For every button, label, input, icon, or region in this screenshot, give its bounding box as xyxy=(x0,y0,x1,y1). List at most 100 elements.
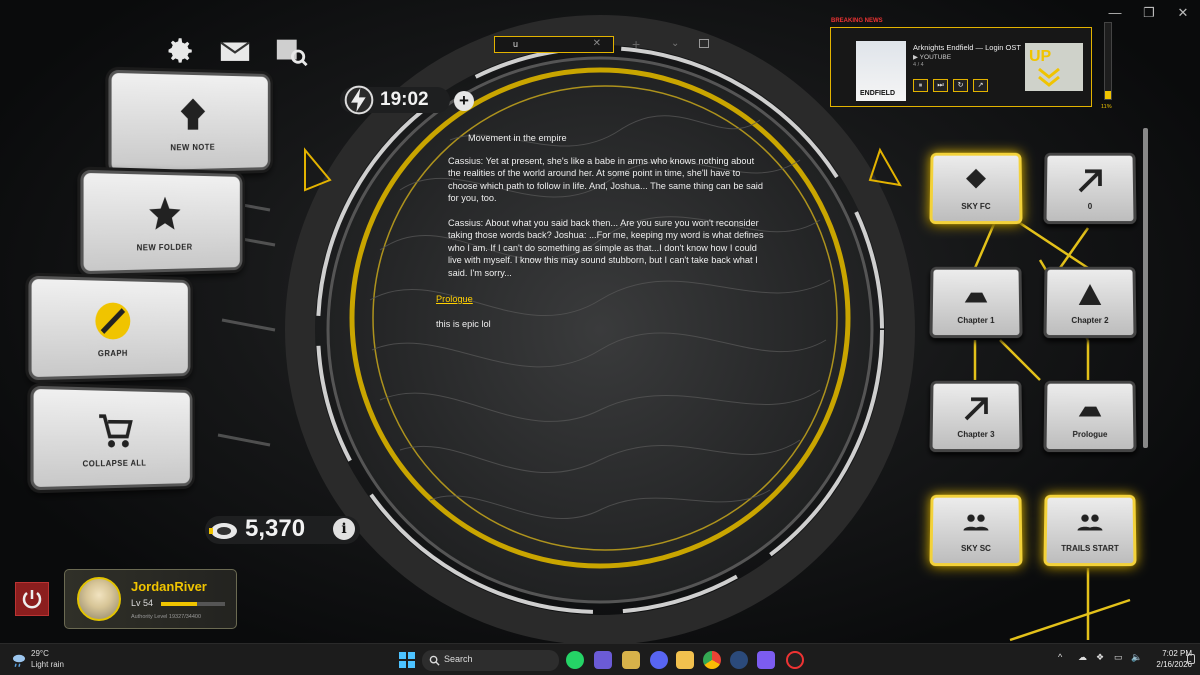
minimize-button[interactable]: — xyxy=(1098,2,1132,24)
profile-card[interactable]: JordanRiver Lv 54 Authority Level 19327/… xyxy=(64,569,237,629)
svg-text:UP: UP xyxy=(1029,48,1052,65)
pause-button[interactable]: ⏸ xyxy=(913,79,928,92)
news-widget: BREAKING NEWS ENDFIELD Arknights Endfiel… xyxy=(830,18,1100,110)
tab-note[interactable]: u ✕ xyxy=(494,36,614,53)
chevron-down-icon[interactable]: ⌄ xyxy=(671,38,679,49)
authority-level: Authority Level 19327/34400 xyxy=(131,614,202,620)
tab-title: u xyxy=(513,39,519,49)
window-controls: — ❐ ✕ xyxy=(1098,2,1200,24)
power-icon xyxy=(22,590,42,609)
prologue-icon xyxy=(1078,406,1102,416)
graph-label: GRAPH xyxy=(97,348,128,358)
upgrade-badge-icon: UP xyxy=(1025,43,1083,91)
onedrive-icon[interactable]: ☁ xyxy=(1078,652,1087,663)
close-button[interactable]: ✕ xyxy=(1166,2,1200,24)
chrome-icon[interactable] xyxy=(703,651,721,669)
file-explorer-icon[interactable] xyxy=(676,651,694,669)
collapse-all-label: COLLAPSE ALL xyxy=(82,458,147,469)
level-progress-bar xyxy=(161,602,225,606)
chapter-3-icon xyxy=(959,394,993,424)
node-sky-sc[interactable]: SKY SC xyxy=(929,494,1023,567)
obsidian-icon[interactable] xyxy=(757,651,775,669)
node-0[interactable]: 0 xyxy=(1043,152,1137,225)
node-chapter-1[interactable]: Chapter 1 xyxy=(929,266,1023,339)
note-paragraph: Movement in the empire xyxy=(468,133,567,143)
currency-value: 5,370 xyxy=(245,515,306,542)
coin-icon xyxy=(209,523,237,539)
node-label: Prologue xyxy=(1072,429,1108,439)
volume-percent: 11% xyxy=(1101,104,1112,110)
profile-level: Lv 54 xyxy=(131,598,154,608)
top-icon-bar xyxy=(160,34,310,68)
timer-widget: 19:02 + xyxy=(340,85,490,115)
discord-icon[interactable] xyxy=(650,651,668,669)
open-external-button[interactable]: ↗ xyxy=(973,79,988,92)
app-icon-3[interactable] xyxy=(622,651,640,669)
track-source: ▶ YOUTUBE xyxy=(913,54,952,61)
repeat-button[interactable]: ↻ xyxy=(953,79,968,92)
album-art[interactable]: ENDFIELD xyxy=(856,41,906,101)
node-label: Chapter 1 xyxy=(957,315,995,325)
node-chapter-3[interactable]: Chapter 3 xyxy=(929,380,1023,453)
timer-add-button[interactable]: + xyxy=(454,91,474,111)
collapse-all-button[interactable]: COLLAPSE ALL xyxy=(30,385,193,491)
node-chapter-2[interactable]: Chapter 2 xyxy=(1043,266,1137,339)
graph-button[interactable]: GRAPH xyxy=(28,275,191,381)
graph-icon xyxy=(95,301,131,339)
app-icon-2[interactable] xyxy=(594,651,612,669)
new-note-button[interactable]: NEW NOTE xyxy=(108,69,271,175)
sidebar-toggle-icon[interactable] xyxy=(699,39,709,48)
mail-icon[interactable] xyxy=(216,34,254,68)
collapse-all-icon xyxy=(94,408,136,448)
timer-value: 19:02 xyxy=(380,89,429,110)
volume-slider[interactable] xyxy=(1104,22,1112,100)
graph-scrollbar[interactable] xyxy=(1143,128,1148,448)
node-label: 0 xyxy=(1087,201,1093,211)
node-label: SKY FC xyxy=(961,201,991,211)
note-content[interactable]: Movement in the empire Cassius: Yet at p… xyxy=(436,132,766,342)
new-note-label: NEW NOTE xyxy=(170,142,216,152)
next-button[interactable]: ⏭ xyxy=(933,79,948,92)
clock-date: 2/16/2026 xyxy=(1156,660,1192,669)
record-icon[interactable] xyxy=(786,651,804,669)
whatsapp-icon[interactable] xyxy=(566,651,584,669)
search-placeholder: Search xyxy=(444,654,473,664)
chapter-1-icon xyxy=(964,292,988,302)
lightning-icon xyxy=(344,85,374,115)
dropbox-icon[interactable]: ❖ xyxy=(1096,652,1104,663)
maximize-button[interactable]: ❐ xyxy=(1132,2,1166,24)
network-icon[interactable]: ▭ xyxy=(1114,652,1123,663)
track-title: Arknights Endfield — Login OST xyxy=(913,43,1021,52)
search-icon xyxy=(429,655,440,666)
note-paragraph: Cassius: About what you said back then..… xyxy=(448,217,764,278)
power-button[interactable] xyxy=(15,582,49,616)
breaking-news-header: BREAKING NEWS xyxy=(831,18,883,24)
notification-icon[interactable] xyxy=(1187,654,1195,664)
tray-chevron-icon[interactable]: ^ xyxy=(1058,652,1062,662)
music-frame: ENDFIELD Arknights Endfield — Login OST … xyxy=(830,27,1092,107)
level-progress-fill xyxy=(161,602,197,606)
archive-search-icon[interactable] xyxy=(272,34,310,68)
info-button[interactable]: i xyxy=(333,518,355,540)
system-clock[interactable]: 7:02 PM 2/16/2026 xyxy=(1132,648,1192,670)
node-sky-fc[interactable]: SKY FC xyxy=(929,152,1023,225)
node-label: Chapter 2 xyxy=(1071,315,1109,325)
gear-icon[interactable] xyxy=(160,34,198,68)
desktop-stage: — ❐ ✕ NEW NOTE NEW FOLDER GRAPH COLLAPSE… xyxy=(0,0,1200,643)
tab-close-icon[interactable]: ✕ xyxy=(593,38,601,49)
new-tab-button[interactable]: + xyxy=(632,36,640,52)
trails-start-icon xyxy=(1077,513,1103,530)
node-trails-start[interactable]: TRAILS START xyxy=(1043,494,1137,567)
chapter-2-icon xyxy=(1078,283,1102,305)
new-folder-button[interactable]: NEW FOLDER xyxy=(80,169,243,275)
node-label: Chapter 3 xyxy=(957,429,995,439)
node-prologue[interactable]: Prologue xyxy=(1043,380,1137,453)
new-note-icon xyxy=(180,97,206,130)
app-icon-7[interactable] xyxy=(730,651,748,669)
prologue-link[interactable]: Prologue xyxy=(436,293,766,306)
taskbar-search[interactable]: Search xyxy=(422,650,559,671)
sky-sc-icon xyxy=(963,513,989,530)
currency-widget: 5,370 i xyxy=(205,514,365,544)
clock-time: 7:02 PM xyxy=(1162,649,1192,658)
start-button[interactable] xyxy=(399,652,415,668)
